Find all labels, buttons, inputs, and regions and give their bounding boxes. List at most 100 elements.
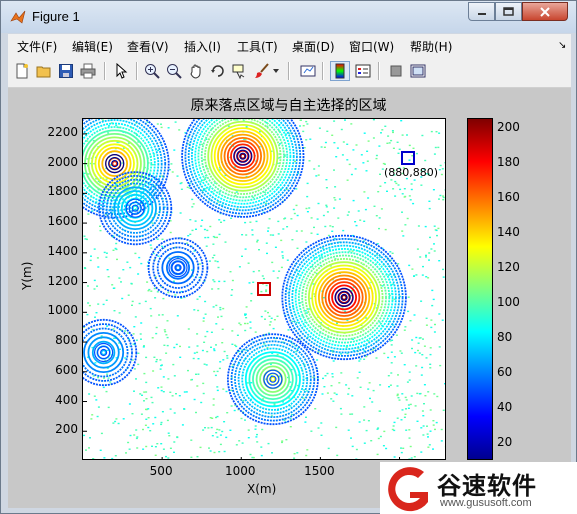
- contour-speck: [247, 262, 250, 264]
- contour-speck: [422, 338, 424, 340]
- contour-speck: [412, 147, 415, 149]
- colorbar-button[interactable]: [330, 61, 350, 81]
- contour-speck: [86, 313, 89, 316]
- menu-window[interactable]: 窗口(W): [349, 38, 394, 55]
- contour-speck: [392, 147, 395, 149]
- pan-button[interactable]: [186, 61, 206, 81]
- y-axis-label: Y(m): [20, 261, 34, 290]
- contour-speck: [292, 208, 295, 211]
- zoom-out-button[interactable]: [164, 61, 184, 81]
- contour-speck: [397, 397, 400, 399]
- contour-speck: [410, 395, 413, 397]
- contour-speck: [90, 418, 93, 420]
- contour-speck: [408, 144, 411, 147]
- contour-speck: [392, 188, 395, 190]
- contour-speck: [264, 318, 266, 320]
- zoom-in-button[interactable]: [142, 61, 162, 81]
- link-plot-button[interactable]: [298, 61, 318, 81]
- contour-speck: [323, 146, 326, 148]
- contour-speck: [376, 453, 379, 456]
- contour-speck: [193, 398, 196, 401]
- open-file-button[interactable]: [34, 61, 54, 81]
- contour-speck: [401, 230, 404, 232]
- contour-speck: [413, 275, 416, 277]
- contour-speck: [336, 454, 339, 457]
- rotate-3d-button[interactable]: [208, 61, 228, 81]
- contour-speck: [156, 123, 159, 125]
- menu-file[interactable]: 文件(F): [17, 38, 57, 55]
- contour-speck: [165, 352, 168, 354]
- contour-speck: [350, 437, 352, 439]
- dock-arrow-icon[interactable]: ↘: [558, 40, 566, 51]
- show-plot-tools-button[interactable]: [408, 61, 428, 81]
- contour-speck: [99, 225, 101, 227]
- contour-speck: [325, 204, 328, 206]
- toolbar-separator: [288, 62, 290, 80]
- contour-speck: [118, 312, 121, 314]
- contour-speck: [414, 405, 417, 407]
- contour-peak: [147, 237, 209, 298]
- contour-line: [236, 150, 249, 163]
- original-region-marker[interactable]: [257, 282, 271, 296]
- menu-view[interactable]: 查看(V): [127, 38, 169, 55]
- menu-desktop[interactable]: 桌面(D): [292, 38, 335, 55]
- contour-speck: [87, 302, 90, 304]
- print-button[interactable]: [78, 61, 98, 81]
- contour-speck: [223, 280, 226, 283]
- contour-speck: [155, 358, 158, 361]
- contour-speck: [351, 395, 354, 397]
- contour-speck: [154, 446, 157, 448]
- contour-speck: [413, 179, 416, 181]
- contour-speck: [107, 406, 110, 409]
- legend-button[interactable]: [353, 61, 373, 81]
- contour-speck: [428, 444, 431, 446]
- contour-speck: [218, 429, 221, 431]
- data-cursor-button[interactable]: [230, 61, 250, 81]
- contour-speck: [213, 370, 216, 373]
- contour-speck: [418, 352, 421, 354]
- save-button[interactable]: [56, 61, 76, 81]
- menu-tools[interactable]: 工具(T): [237, 38, 278, 55]
- contour-speck: [216, 436, 219, 438]
- contour-speck: [173, 346, 176, 349]
- contour-speck: [365, 170, 368, 172]
- contour-speck: [93, 279, 96, 282]
- contour-speck: [315, 175, 318, 177]
- minimize-button[interactable]: [468, 2, 495, 21]
- colorbar[interactable]: [467, 118, 493, 460]
- brush-button[interactable]: [252, 61, 272, 81]
- contour-speck: [375, 157, 378, 160]
- contour-speck: [407, 310, 410, 313]
- hide-plot-tools-button[interactable]: [386, 61, 406, 81]
- contour-speck: [97, 406, 100, 408]
- contour-line: [255, 362, 291, 397]
- contour-speck: [173, 149, 176, 151]
- menu-insert[interactable]: 插入(I): [184, 38, 221, 55]
- new-figure-button[interactable]: [12, 61, 32, 81]
- contour-speck: [423, 384, 426, 386]
- contour-speck: [387, 135, 390, 137]
- maximize-button[interactable]: [495, 2, 522, 21]
- contour-speck: [124, 330, 126, 332]
- contour-speck: [364, 345, 367, 347]
- title-bar[interactable]: Figure 1: [1, 1, 576, 33]
- selected-region-marker[interactable]: [401, 151, 416, 166]
- contour-speck: [296, 247, 299, 249]
- colorbar-tick-label: 140: [497, 225, 520, 240]
- brush-dropdown[interactable]: [271, 61, 281, 81]
- contour-speck: [421, 134, 424, 137]
- contour-speck: [363, 442, 366, 444]
- contour-speck: [360, 154, 363, 156]
- contour-speck: [150, 315, 153, 317]
- contour-speck: [181, 424, 184, 426]
- contour-speck: [424, 159, 427, 162]
- contour-speck: [214, 374, 217, 377]
- menu-help[interactable]: 帮助(H): [410, 38, 452, 55]
- contour-speck: [333, 142, 336, 144]
- contour-speck: [169, 231, 172, 234]
- contour-speck: [255, 436, 258, 438]
- menu-edit[interactable]: 编辑(E): [72, 38, 113, 55]
- contour-speck: [390, 351, 393, 353]
- close-button[interactable]: [522, 2, 568, 21]
- pointer-button[interactable]: [111, 61, 131, 81]
